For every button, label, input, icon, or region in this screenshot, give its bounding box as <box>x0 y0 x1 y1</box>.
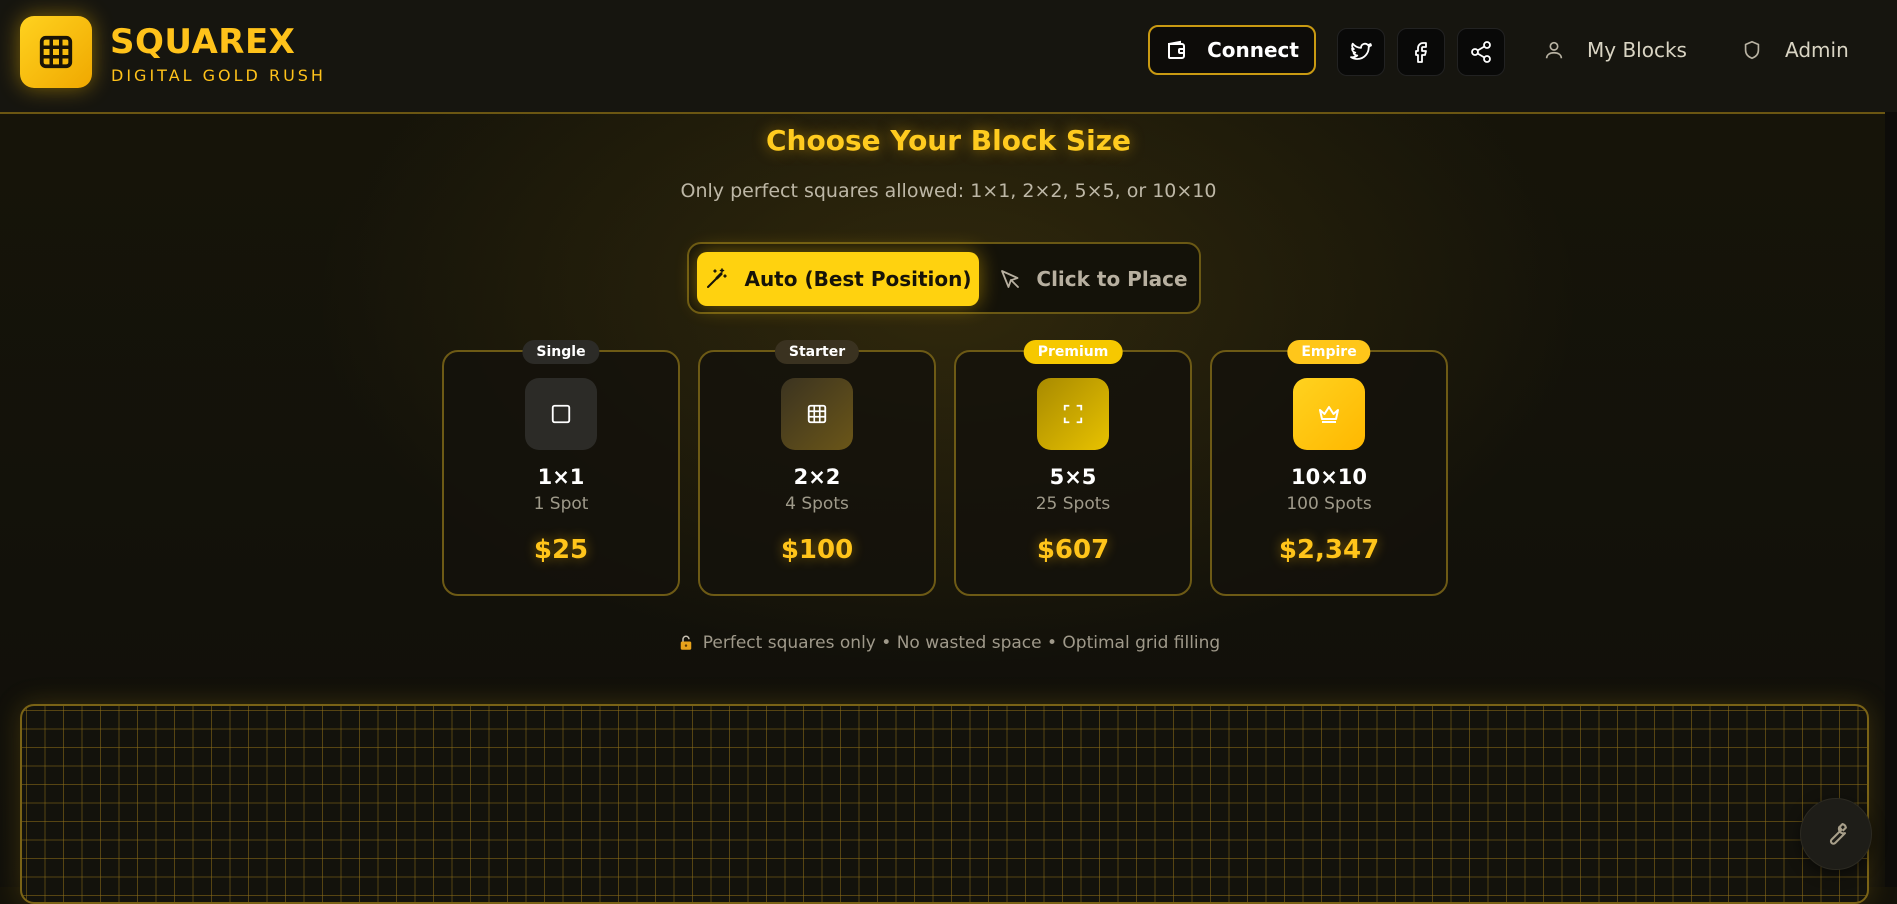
brand-title: SQUAREX <box>110 22 296 62</box>
lock-icon <box>680 635 692 650</box>
block-size: 1×1 <box>537 465 585 489</box>
auto-position-label: Auto (Best Position) <box>744 267 972 291</box>
block-size: 10×10 <box>1290 465 1368 489</box>
click-to-place-label: Click to Place <box>1036 267 1188 291</box>
wallet-icon <box>1168 40 1186 59</box>
click-to-place-button[interactable]: Click to Place <box>995 252 1191 306</box>
block-spots: 100 Spots <box>1286 494 1372 514</box>
grid-icon <box>807 404 827 424</box>
block-icon-box <box>525 378 597 450</box>
page-title: Choose Your Block Size <box>766 124 1131 157</box>
block-price: $607 <box>1036 535 1110 565</box>
share-icon <box>1471 41 1491 63</box>
grid-icon <box>39 35 73 69</box>
block-price: $25 <box>533 535 589 565</box>
block-option-2x2[interactable]: Starter 2×2 4 Spots $100 <box>698 340 936 596</box>
block-option-10x10[interactable]: Empire 10×10 100 Spots $2,347 <box>1210 340 1448 596</box>
logo[interactable] <box>20 16 92 88</box>
nav-admin-label: Admin <box>1785 38 1849 62</box>
block-badge: Empire <box>1287 340 1371 364</box>
block-icon-box <box>1293 378 1365 450</box>
placement-mode-toggle: Auto (Best Position) Click to Place <box>687 242 1201 314</box>
block-badge: Starter <box>774 340 860 364</box>
footnote-text: Perfect squares only • No wasted space •… <box>702 633 1221 653</box>
block-spots: 4 Spots <box>785 494 849 514</box>
magic-wand-icon <box>707 268 728 288</box>
twitter-button[interactable] <box>1337 28 1385 76</box>
block-badge: Premium <box>1023 340 1123 364</box>
crown-icon <box>1319 406 1339 423</box>
block-size: 2×2 <box>793 465 841 489</box>
facebook-icon <box>1415 42 1427 63</box>
connect-button[interactable]: Connect <box>1148 25 1316 75</box>
block-option-5x5[interactable]: Premium 5×5 25 Spots $607 <box>954 340 1192 596</box>
scrollbar-track[interactable] <box>1885 112 1897 887</box>
user-icon <box>1545 41 1563 59</box>
auto-position-button[interactable]: Auto (Best Position) <box>697 252 979 306</box>
top-header: SQUAREX DIGITAL GOLD RUSH Connect My Blo… <box>0 0 1897 114</box>
tools-fab-button[interactable] <box>1800 798 1872 870</box>
block-icon-box <box>781 378 853 450</box>
share-button[interactable] <box>1457 28 1505 76</box>
nav-my-blocks[interactable]: My Blocks <box>1543 38 1687 62</box>
block-price: $100 <box>780 535 854 565</box>
twitter-icon <box>1350 42 1372 60</box>
expand-icon <box>1063 404 1083 424</box>
nav-admin[interactable]: Admin <box>1741 38 1849 62</box>
wrench-icon <box>1829 823 1847 845</box>
nav-my-blocks-label: My Blocks <box>1587 38 1687 62</box>
brand-subtitle: DIGITAL GOLD RUSH <box>111 66 326 85</box>
block-spots: 25 Spots <box>1035 494 1111 514</box>
pixel-grid-canvas[interactable] <box>20 704 1869 904</box>
block-size: 5×5 <box>1049 465 1097 489</box>
block-icon-box <box>1037 378 1109 450</box>
block-spots: 1 Spot <box>533 494 589 514</box>
cursor-icon <box>1001 270 1020 288</box>
info-footnote: Perfect squares only • No wasted space •… <box>0 633 1897 653</box>
facebook-button[interactable] <box>1397 28 1445 76</box>
block-price: $2,347 <box>1278 535 1380 565</box>
page-subtitle: Only perfect squares allowed: 1×1, 2×2, … <box>680 180 1217 202</box>
block-option-1x1[interactable]: Single 1×1 1 Spot $25 <box>442 340 680 596</box>
square-icon <box>551 404 571 424</box>
shield-icon <box>1744 40 1760 60</box>
connect-label: Connect <box>1207 38 1299 62</box>
block-badge: Single <box>522 340 600 364</box>
